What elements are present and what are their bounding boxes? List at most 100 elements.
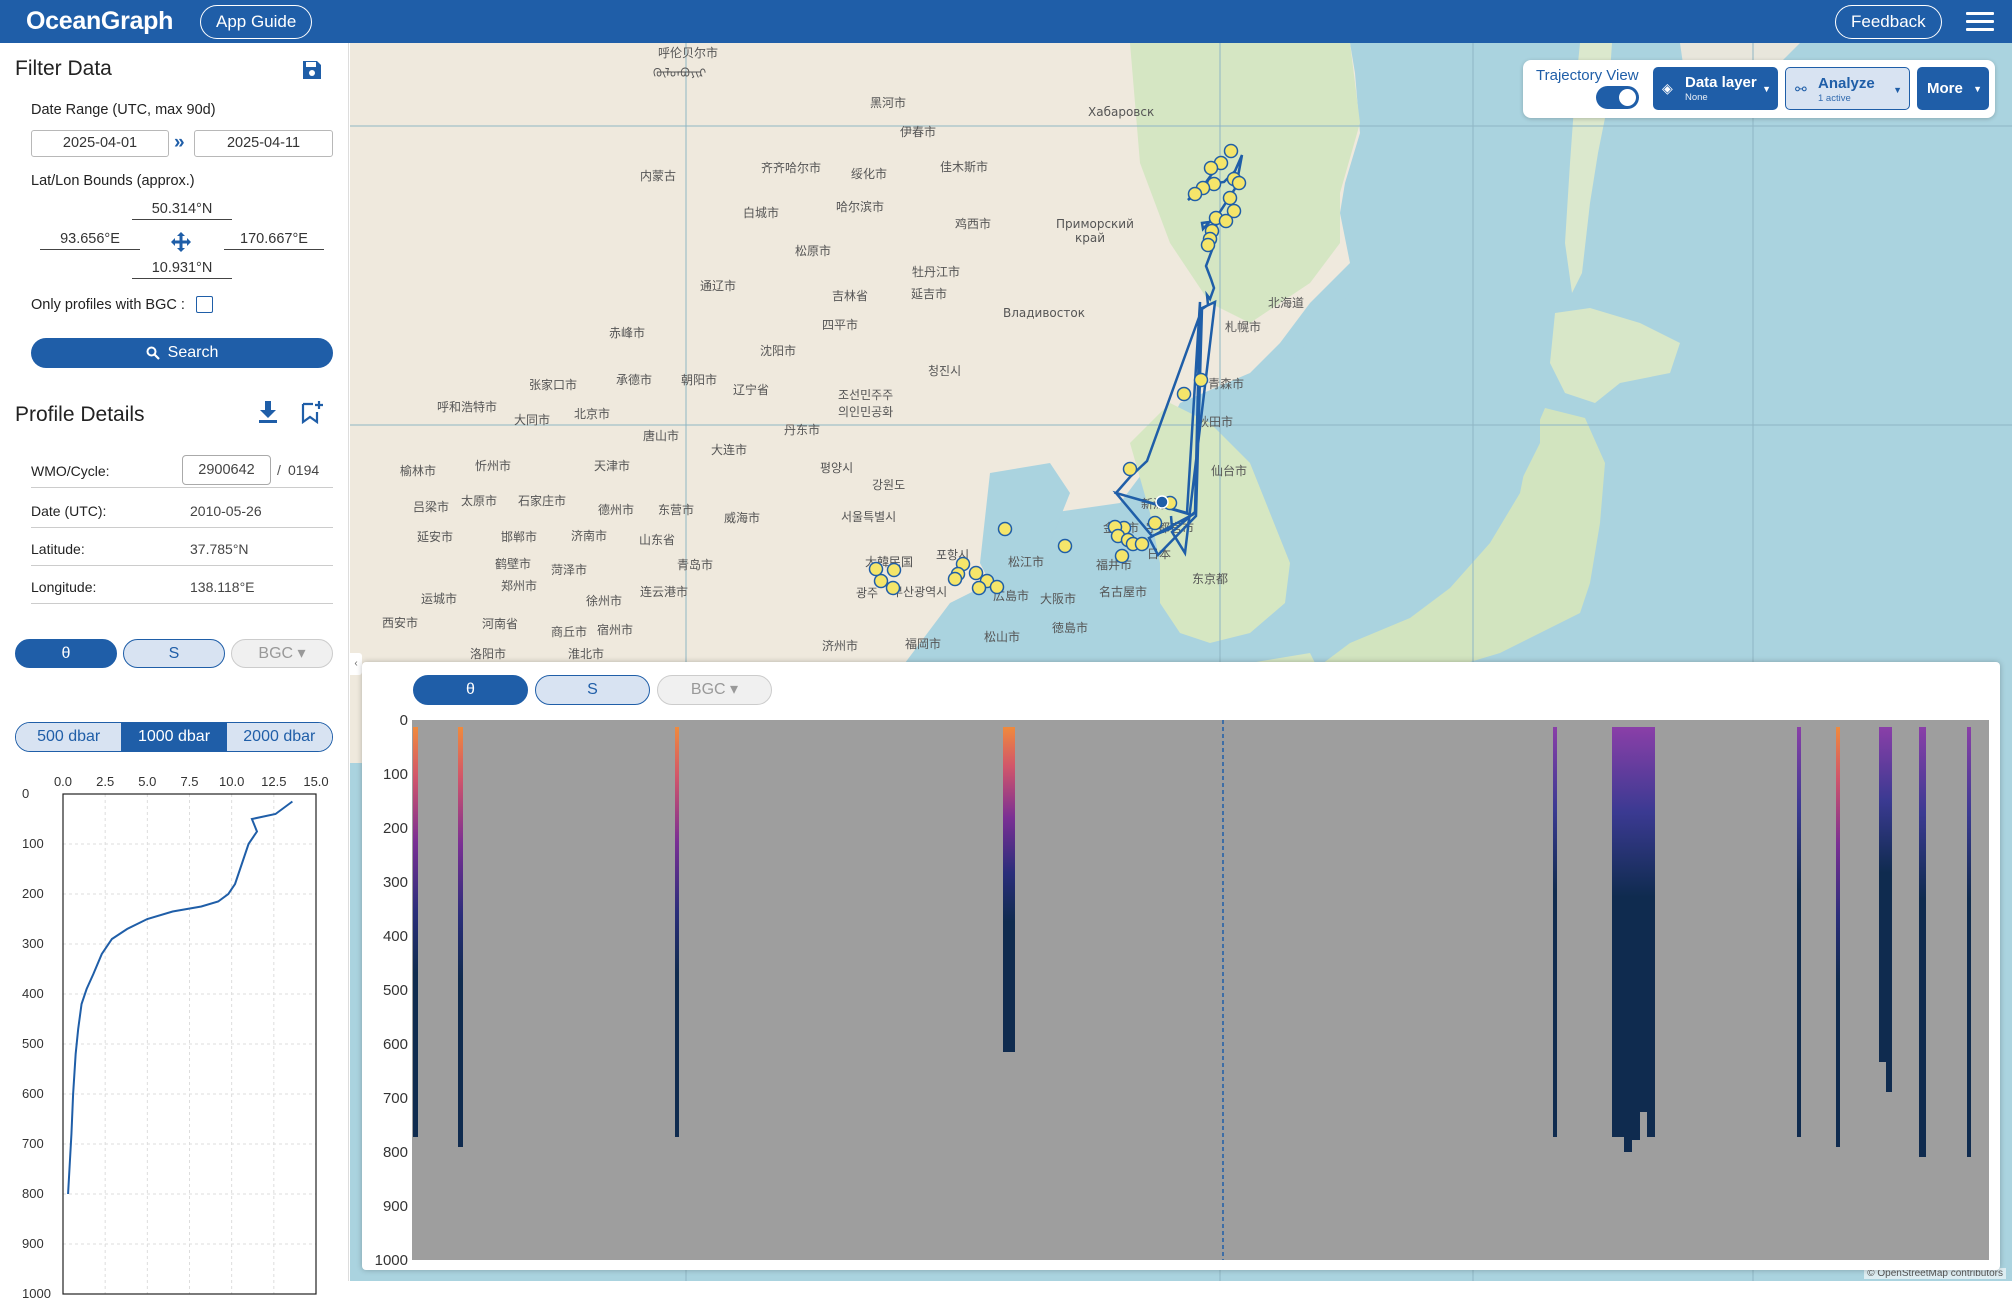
theta-button[interactable]: θ <box>15 639 117 668</box>
map-place-label: 德州市 <box>598 502 634 517</box>
map-place-label: 松原市 <box>795 243 831 258</box>
bookmark-add-icon[interactable] <box>300 400 324 424</box>
more-dropdown[interactable]: More ▼ <box>1917 67 1989 110</box>
profile-point[interactable] <box>1231 175 1247 191</box>
filter-title: Filter Data <box>15 57 112 80</box>
map-place-label: 徳島市 <box>1052 620 1088 635</box>
map-place-label: 青岛市 <box>677 557 713 572</box>
search-button[interactable]: Search <box>31 338 333 368</box>
map-place-label: Приморский <box>1056 217 1134 231</box>
profile-point[interactable] <box>1222 190 1238 206</box>
download-icon[interactable] <box>257 400 279 424</box>
north-bound-input[interactable]: 50.314°N <box>132 201 232 220</box>
map-controls-panel: Trajectory View ◈ Data layer None ▼ ⚯ An… <box>1523 60 1995 118</box>
map-place-label: Хабаровск <box>1088 105 1154 119</box>
app-guide-button[interactable]: App Guide <box>200 5 313 39</box>
profile-chart: 0.0 2.5 5.0 7.5 10.0 12.5 15.0 0 100 200 300 400 500… <box>22 774 329 1301</box>
map-place-label: 张家口市 <box>529 377 577 392</box>
profile-point[interactable] <box>873 573 889 589</box>
bgc-only-checkbox[interactable] <box>196 296 213 313</box>
map-place-label: 承德市 <box>616 372 652 387</box>
longitude-label: Longitude: <box>31 579 97 595</box>
profile-column <box>1553 727 1557 1137</box>
profile-point[interactable] <box>886 562 902 578</box>
profile-point[interactable] <box>1203 160 1219 176</box>
map-place-label: 서울특별시 <box>841 510 896 524</box>
chevron-down-icon: ▼ <box>1973 84 1982 94</box>
map-place-label: 东营市 <box>658 502 694 517</box>
map-place-label: 威海市 <box>724 510 760 525</box>
profile-point[interactable] <box>947 571 963 587</box>
section-bgc-dropdown[interactable]: BGC ▾ <box>657 675 772 705</box>
profile-point[interactable] <box>1187 186 1203 202</box>
analyze-dropdown[interactable]: ⚯ Analyze 1 active ▼ <box>1785 67 1910 110</box>
south-bound-input[interactable]: 10.931°N <box>132 260 232 279</box>
latitude-row: Latitude: 37.785°N <box>31 528 333 566</box>
feedback-button[interactable]: Feedback <box>1835 5 1942 39</box>
map-place-label: 강원도 <box>872 478 905 492</box>
map-place-label: 辽宁省 <box>733 382 769 397</box>
more-label: More <box>1927 80 1963 97</box>
map-place-label: 松江市 <box>1008 554 1044 569</box>
map-place-label: 丹东市 <box>784 422 820 437</box>
profile-column <box>1919 727 1926 1157</box>
profile-point[interactable] <box>997 521 1013 537</box>
profile-point[interactable] <box>1223 143 1239 159</box>
trajectory-view-label: Trajectory View <box>1536 67 1639 84</box>
map-place-label: 松山市 <box>984 629 1020 644</box>
profile-point[interactable] <box>1122 461 1138 477</box>
analyze-value: 1 active <box>1818 93 1851 104</box>
profile-column <box>413 727 418 1137</box>
trajectory-view-toggle[interactable] <box>1596 86 1639 109</box>
profile-point[interactable] <box>989 579 1005 595</box>
bgc-dropdown[interactable]: BGC ▾ <box>231 639 333 668</box>
map-place-label: 邯郸市 <box>501 529 537 544</box>
profile-point[interactable] <box>868 561 884 577</box>
date-end-input[interactable]: 2025-04-11 <box>194 130 333 157</box>
profile-point[interactable] <box>1176 386 1192 402</box>
east-bound-input[interactable]: 170.667°E <box>224 231 324 250</box>
save-icon[interactable] <box>301 59 323 81</box>
map-place-label: 北海道 <box>1268 295 1304 310</box>
latitude-value: 37.785°N <box>190 541 249 557</box>
y-tick-label: 900 <box>22 1236 44 1251</box>
section-salinity-button[interactable]: S <box>535 675 650 705</box>
chevron-down-icon: ▼ <box>1893 85 1902 95</box>
wmo-input[interactable]: 2900642 <box>182 455 271 485</box>
profile-point[interactable] <box>968 565 984 581</box>
profile-point[interactable] <box>1114 548 1130 564</box>
x-tick-label: 2.5 <box>96 774 114 789</box>
app-title[interactable]: OceanGraph <box>26 7 173 36</box>
profile-point[interactable] <box>1057 538 1073 554</box>
map-place-label: 青森市 <box>1208 376 1244 391</box>
map-place-label: 天津市 <box>594 458 630 473</box>
map-place-label: край <box>1075 231 1105 245</box>
profile-point[interactable] <box>885 580 901 596</box>
profile-point[interactable] <box>1200 237 1216 253</box>
map-place-label: 唐山市 <box>643 428 679 443</box>
menu-icon[interactable] <box>1966 12 1994 32</box>
map-place-label: 札幌市 <box>1225 319 1261 334</box>
x-tick-label: 5.0 <box>138 774 156 789</box>
selected-profile-point[interactable] <box>1155 495 1169 509</box>
profile-point[interactable] <box>971 580 987 596</box>
west-bound-input[interactable]: 93.656°E <box>40 231 140 250</box>
map-place-label: 北京市 <box>574 406 610 421</box>
data-layer-dropdown[interactable]: ◈ Data layer None ▼ <box>1653 67 1778 110</box>
profile-point[interactable] <box>1147 515 1163 531</box>
y-tick-label: 1000 <box>22 1286 51 1301</box>
collapse-panel-icon[interactable]: ‹ <box>350 653 362 675</box>
profile-point[interactable] <box>1218 213 1234 229</box>
section-theta-button[interactable]: θ <box>413 675 528 705</box>
map-place-label: 榆林市 <box>400 463 436 478</box>
profile-point[interactable] <box>1193 372 1209 388</box>
map-place-label: 呼伦贝尔市 <box>658 45 718 60</box>
date-start-input[interactable]: 2025-04-01 <box>31 130 169 157</box>
profile-column <box>1797 727 1801 1137</box>
salinity-button[interactable]: S <box>123 639 225 668</box>
depth-tick-label: 0 <box>400 712 408 729</box>
profile-point[interactable] <box>1134 536 1150 552</box>
map-place-label: 徐州市 <box>586 593 622 608</box>
longitude-row: Longitude: 138.118°E <box>31 566 333 604</box>
map-place-label: 内蒙古 <box>640 168 676 183</box>
